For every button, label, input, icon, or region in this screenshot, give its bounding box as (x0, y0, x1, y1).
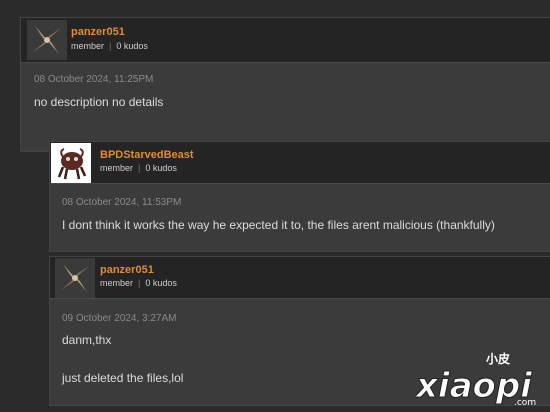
comment-text: I dont think it works the way he expecte… (62, 218, 495, 232)
comment-2: BPDStarvedBeast member | 0 kudos 08 Octobe… (49, 141, 550, 252)
watermark-top-text: 小皮 (486, 351, 510, 366)
comment-header: BPDStarvedBeast member | 0 kudos (50, 142, 550, 184)
avatar[interactable] (51, 143, 91, 183)
xiaopi-logo-icon: 小皮 xiaopi .com (414, 351, 537, 408)
kudos-count: 0 kudos (145, 163, 177, 173)
avatar[interactable] (55, 258, 95, 298)
user-meta: member | 0 kudos (100, 163, 177, 173)
comment-date: 09 October 2024, 3:27AM (62, 313, 177, 324)
username-link[interactable]: panzer051 (100, 264, 154, 276)
creature-avatar-icon (51, 143, 91, 183)
comment-text-line-1: danm,thx (62, 333, 112, 347)
user-role: member (71, 41, 105, 51)
comment-header: panzer051 member | 0 kudos (50, 257, 550, 299)
watermark-logo: 小皮 xiaopi .com (414, 349, 544, 408)
watermark-domain-text: .com (514, 398, 536, 407)
pinwheel-avatar-icon (55, 258, 95, 298)
comment-date: 08 October 2024, 11:53PM (62, 197, 182, 208)
comment-header: panzer051 member | 0 kudos (21, 18, 550, 63)
username-link[interactable]: panzer051 (71, 26, 125, 38)
separator: | (109, 41, 112, 51)
comment-date: 08 October 2024, 11:25PM (34, 74, 154, 85)
user-meta: member | 0 kudos (71, 41, 148, 51)
user-role: member (100, 163, 134, 173)
page: { "comments": [ { "username": "panzer051… (0, 0, 550, 409)
kudos-count: 0 kudos (116, 41, 148, 51)
user-role: member (100, 278, 134, 288)
separator: | (138, 278, 141, 288)
comment-1: panzer051 member | 0 kudos 08 October 2024… (20, 17, 550, 152)
username-link[interactable]: BPDStarvedBeast (100, 149, 194, 161)
kudos-count: 0 kudos (145, 278, 177, 288)
pinwheel-avatar-icon (27, 20, 67, 60)
comment-text-line-2: just deleted the files,lol (62, 371, 184, 385)
avatar[interactable] (27, 20, 67, 60)
comment-text: no description no details (34, 95, 164, 109)
separator: | (138, 163, 141, 173)
user-meta: member | 0 kudos (100, 278, 177, 288)
